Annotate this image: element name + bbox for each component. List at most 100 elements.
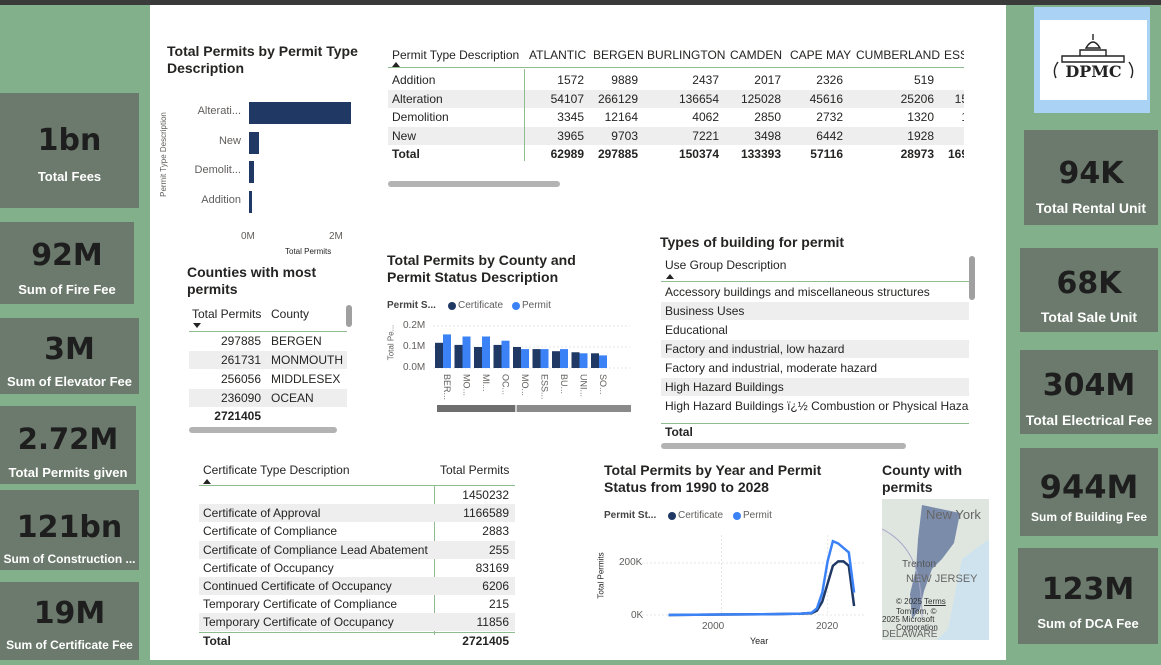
certificate-row[interactable]: Certificate of Approval 1166589 — [199, 504, 515, 523]
building-vscroll[interactable] — [969, 256, 975, 300]
bar-certificate[interactable] — [513, 347, 521, 368]
col-header[interactable]: ESS — [944, 45, 964, 65]
county-row[interactable]: 256056 MIDDLESEX — [189, 370, 347, 388]
permit-type-chart[interactable]: Permit Type Description Alterati... New De… — [159, 90, 375, 260]
building-row[interactable]: High Hazard Buildings — [661, 378, 969, 396]
kpi-value: 944M — [1039, 468, 1139, 506]
building-row[interactable]: Factory and industrial, low hazard — [661, 340, 969, 358]
kpi-rental-unit[interactable]: 94K Total Rental Unit — [1024, 130, 1158, 225]
col-header[interactable]: Permit Type Description — [392, 45, 519, 65]
kpi-electrical-fee[interactable]: 304M Total Electrical Fee — [1020, 350, 1158, 434]
matrix-header: Permit Type Description ATLANTIC BERGEN … — [388, 45, 964, 68]
bar-certificate[interactable] — [571, 352, 580, 368]
line-permit[interactable] — [668, 539, 856, 617]
scroll-thumb[interactable] — [437, 405, 515, 412]
col-header[interactable]: ATLANTIC — [529, 45, 586, 65]
year-chart[interactable]: Permit St... Certificate Permit Total Pe… — [597, 505, 872, 653]
bar-permit[interactable] — [560, 349, 568, 368]
building-label: Business Uses — [665, 304, 745, 318]
bar-permit[interactable] — [443, 334, 451, 368]
county-row[interactable]: 236090 OCEAN — [189, 389, 347, 407]
col-header-county[interactable]: County — [271, 307, 309, 321]
row-label: Addition — [392, 73, 436, 87]
certificate-row[interactable]: Temporary Certificate of Compliance 215 — [199, 595, 515, 613]
bar-permit[interactable] — [540, 349, 549, 368]
building-total: Total — [665, 425, 693, 439]
building-row[interactable]: Educational — [661, 321, 969, 339]
col-header[interactable]: BERGEN — [593, 45, 644, 65]
county-status-scrollbar[interactable] — [437, 405, 631, 412]
col-header[interactable]: CUMBERLAND — [856, 45, 940, 65]
matrix-row[interactable]: Addition 1572 9889 2437 2017 2326 519 — [388, 71, 964, 89]
kpi-sale-unit[interactable]: 68K Total Sale Unit — [1020, 248, 1158, 332]
matrix-scrollbar[interactable] — [388, 181, 560, 187]
col-header[interactable]: CAPE MAY — [790, 45, 851, 65]
bar[interactable] — [249, 102, 351, 124]
bar-certificate[interactable] — [552, 351, 560, 368]
building-row[interactable]: High Hazard Buildings ï¿½ Combustion or … — [661, 397, 969, 415]
kpi-dca-fee[interactable]: 123M Sum of DCA Fee — [1018, 548, 1158, 644]
county-map[interactable]: New York Trenton NEW JERSEY DELAWARE © 2… — [882, 499, 989, 640]
logo-text: DPMC — [1065, 62, 1122, 81]
bar-permit[interactable] — [579, 353, 588, 368]
matrix-row[interactable]: Demolition33451216440622850273213201 — [388, 108, 964, 126]
certificate-row[interactable]: Certificate of Compliance Lead Abatement… — [199, 540, 515, 559]
bar-permit[interactable] — [482, 336, 490, 369]
bar-certificate[interactable] — [591, 353, 599, 368]
bar-permit[interactable] — [599, 355, 607, 368]
bar-permit[interactable] — [462, 336, 471, 369]
col-header-total[interactable]: Total Permits — [192, 307, 261, 321]
county-total-permits: 297885 — [220, 334, 261, 348]
kpi-elevator-fee[interactable]: 3M Sum of Elevator Fee — [0, 318, 139, 394]
building-types-table[interactable]: Use Group Description Accessory building… — [661, 256, 969, 441]
kpi-building-fee[interactable]: 944M Sum of Building Fee — [1020, 448, 1158, 536]
matrix-total-row[interactable]: Total 62989 297885 150374 133393 57116 28973 16… — [388, 145, 964, 163]
sort-descending-icon[interactable] — [193, 323, 201, 328]
col-header[interactable]: BURLINGTON — [647, 45, 725, 65]
county-row[interactable]: 261731 MONMOUTH — [189, 351, 347, 369]
col-header[interactable]: Certificate Type Description — [203, 463, 350, 477]
sort-ascending-icon[interactable] — [666, 274, 674, 279]
bar-certificate[interactable] — [454, 344, 463, 368]
certificate-row[interactable]: Certificate of Compliance 2883 — [199, 522, 515, 540]
counties-hscroll[interactable] — [189, 427, 337, 433]
counties-vscroll[interactable] — [346, 305, 352, 327]
counties-table[interactable]: Total Permits County 297885 BERGEN 261731 M… — [189, 305, 349, 427]
col-header[interactable]: Use Group Description — [665, 258, 786, 272]
bar-certificate[interactable] — [435, 342, 443, 368]
building-row[interactable]: Business Uses — [661, 302, 969, 320]
col-header[interactable]: Total Permits — [440, 463, 509, 477]
kpi-total-fees[interactable]: 1bn Total Fees — [0, 93, 139, 208]
building-hscroll[interactable] — [661, 443, 906, 449]
terms-link[interactable]: Terms — [924, 597, 946, 606]
matrix-row[interactable]: New 3965 9703 7221 3498 6442 1928 — [388, 126, 964, 145]
kpi-value: 19M — [33, 596, 106, 631]
bar[interactable] — [249, 190, 252, 213]
col-header[interactable]: CAMDEN — [730, 45, 782, 65]
bar-permit[interactable] — [501, 340, 510, 368]
kpi-certificate-fee[interactable]: 19M Sum of Certificate Fee — [0, 582, 139, 660]
certificate-row[interactable]: 1450232 — [199, 486, 515, 504]
bar[interactable] — [249, 161, 255, 183]
matrix-row[interactable]: Alteration 54107 266129 136654 125028 45616 25… — [388, 89, 964, 108]
certificate-row[interactable]: Certificate of Occupancy 83169 — [199, 559, 515, 577]
kpi-total-permits[interactable]: 2.72M Total Permits given — [0, 406, 136, 484]
bar-permit[interactable] — [521, 349, 529, 368]
certificate-row[interactable]: Temporary Certificate of Occupancy 11856 — [199, 613, 515, 632]
certificate-row[interactable]: Continued Certificate of Occupancy 6206 — [199, 577, 515, 595]
certificate-table[interactable]: Certificate Type Description Total Permi… — [199, 461, 515, 653]
cell-value: 133393 — [740, 147, 781, 161]
building-row[interactable]: Factory and industrial, moderate hazard — [661, 359, 969, 377]
county-status-chart[interactable]: Permit S... Certificate Permit Total Pe.… — [385, 296, 635, 416]
sort-ascending-icon[interactable] — [203, 479, 211, 484]
bar-certificate[interactable] — [474, 347, 482, 368]
county-row[interactable]: 297885 BERGEN — [189, 332, 347, 350]
bar-certificate[interactable] — [493, 344, 502, 368]
permit-matrix[interactable]: Permit Type Description ATLANTIC BERGEN … — [388, 45, 964, 175]
building-row[interactable]: Accessory buildings and miscellaneous st… — [661, 283, 969, 301]
bar[interactable] — [249, 131, 260, 154]
kpi-construction-fee[interactable]: 121bn Sum of Construction ... — [0, 490, 139, 570]
kpi-fire-fee[interactable]: 92M Sum of Fire Fee — [0, 222, 134, 304]
bar-certificate[interactable] — [532, 349, 541, 368]
sort-ascending-icon[interactable] — [392, 62, 400, 67]
